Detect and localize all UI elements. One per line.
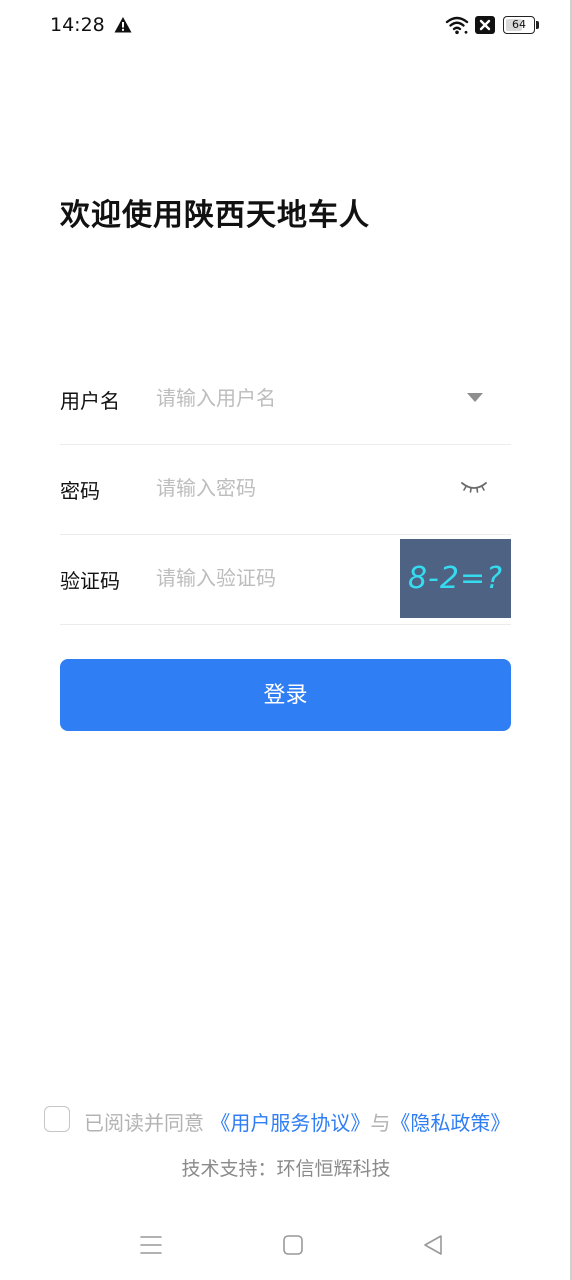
username-row: 用户名 (60, 355, 511, 445)
captcha-image[interactable]: 8-2=? (400, 539, 511, 618)
agreement-prefix: 已阅读并同意 (84, 1111, 204, 1135)
battery-level: 64 (512, 18, 526, 31)
page-title: 欢迎使用陕西天地车人 (60, 198, 370, 233)
captcha-label: 验证码 (60, 569, 120, 593)
password-row: 密码 (60, 445, 511, 535)
status-bar: 14:28 64 (0, 0, 572, 52)
no-sim-icon (475, 16, 495, 34)
battery-tip (536, 21, 539, 29)
eye-closed-icon[interactable] (461, 480, 487, 496)
password-label: 密码 (60, 479, 100, 503)
password-input[interactable] (156, 471, 436, 505)
agreement-and: 与 (370, 1111, 391, 1135)
agreement-text: 已阅读并同意 《用户服务协议》与《隐私政策》 (84, 1107, 510, 1136)
agreement-row: 已阅读并同意 《用户服务协议》与《隐私政策》 (44, 1105, 544, 1137)
warning-icon (114, 17, 132, 33)
tech-support-text: 技术支持：环信恒辉科技 (181, 1158, 391, 1180)
battery-icon: 64 (503, 16, 535, 34)
login-button[interactable]: 登录 (60, 659, 511, 731)
wifi-icon (445, 16, 469, 35)
captcha-input[interactable] (156, 561, 386, 595)
status-time: 14:28 (50, 14, 105, 36)
back-icon[interactable] (422, 1234, 444, 1256)
username-input[interactable] (156, 381, 436, 415)
captcha-image-text: 8-2=? (407, 561, 504, 596)
agreement-checkbox[interactable] (44, 1106, 70, 1132)
menu-icon[interactable] (140, 1234, 162, 1256)
home-icon[interactable] (282, 1234, 304, 1256)
captcha-row: 验证码 8-2=? (60, 535, 511, 625)
username-label: 用户名 (60, 389, 120, 413)
privacy-policy-link[interactable]: 《隐私政策》 (390, 1111, 510, 1135)
dropdown-arrow-icon[interactable] (467, 393, 483, 403)
system-nav-bar (0, 1220, 572, 1270)
user-agreement-link[interactable]: 《用户服务协议》 (210, 1111, 370, 1135)
